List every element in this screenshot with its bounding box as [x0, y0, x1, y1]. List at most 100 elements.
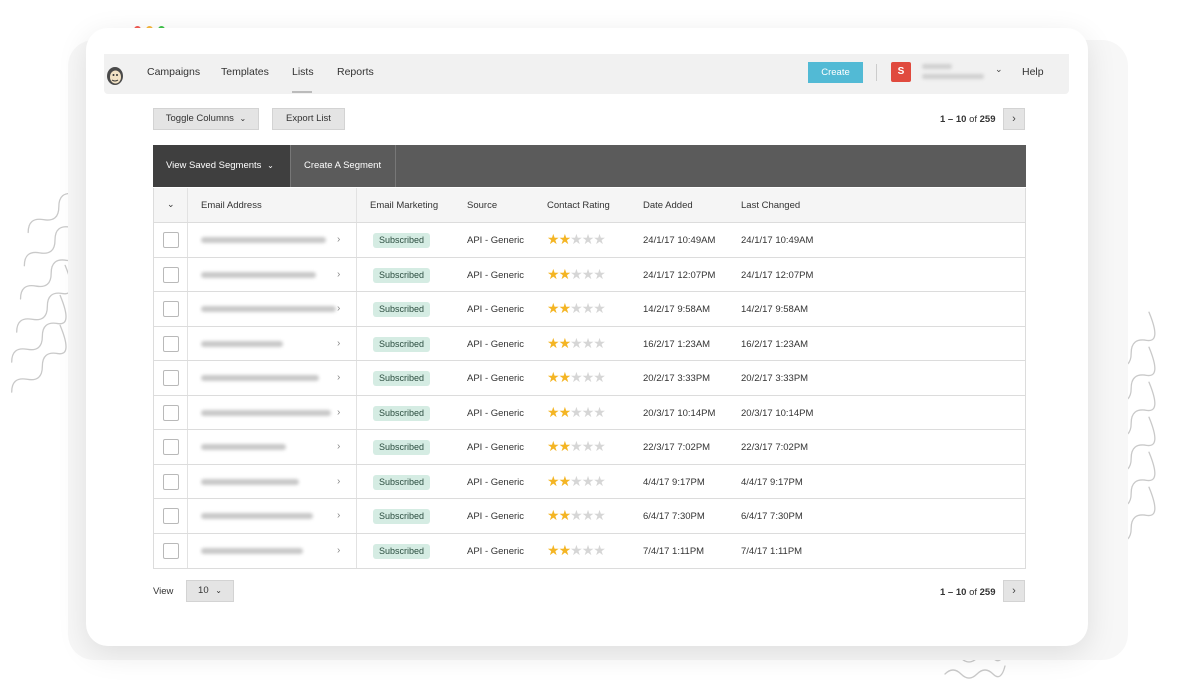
row-checkbox[interactable] — [163, 473, 179, 490]
header-contact-rating[interactable]: Contact Rating — [547, 200, 610, 211]
subscribers-table: ⌄ Email Address Email Marketing Source C… — [153, 188, 1026, 569]
header-source[interactable]: Source — [467, 200, 497, 211]
column-divider — [356, 188, 357, 222]
nav-lists[interactable]: Lists — [292, 66, 314, 78]
monkey-logo-icon[interactable] — [106, 63, 124, 87]
last-changed-cell: 22/3/17 7:02PM — [741, 442, 809, 453]
date-added-cell: 20/2/17 3:33PM — [643, 373, 711, 384]
chevron-right-icon[interactable]: › — [337, 234, 340, 245]
row-checkbox[interactable] — [163, 301, 179, 317]
create-button[interactable]: Create — [808, 62, 863, 83]
table-row[interactable]: › Subscribed API - Generic ★★★★★ 24/1/17… — [154, 223, 1025, 258]
table-row[interactable]: › Subscribed API - Generic ★★★★★ 14/2/17… — [154, 292, 1025, 327]
source-cell: API - Generic — [467, 304, 525, 315]
table-row[interactable]: › Subscribed API - Generic ★★★★★ 16/2/17… — [154, 326, 1025, 361]
date-added-cell: 24/1/17 12:07PM — [643, 269, 716, 281]
table-row[interactable]: › Subscribed API - Generic ★★★★★ 4/4/17 … — [154, 464, 1025, 499]
row-checkbox[interactable] — [163, 508, 179, 524]
contact-rating: ★★★★★ — [547, 266, 606, 283]
chevron-right-icon[interactable]: › — [337, 338, 340, 349]
email-redacted[interactable] — [201, 340, 283, 347]
chevron-right-icon[interactable]: › — [337, 476, 340, 487]
row-checkbox[interactable] — [163, 439, 179, 455]
export-list-button[interactable]: Export List — [272, 108, 345, 130]
star-icon: ★ — [558, 266, 572, 283]
star-icon: ★ — [570, 266, 583, 283]
chevron-right-icon[interactable]: › — [337, 510, 340, 521]
account-avatar[interactable]: S — [891, 62, 911, 82]
table-row[interactable]: › Subscribed API - Generic ★★★★★ 24/1/17… — [154, 257, 1025, 292]
email-redacted[interactable] — [201, 237, 326, 243]
row-checkbox[interactable] — [163, 404, 179, 421]
next-page-button-bottom[interactable]: › — [1003, 580, 1025, 602]
nav-reports[interactable]: Reports — [337, 66, 374, 78]
star-icon: ★ — [547, 301, 560, 317]
view-saved-segments-tab[interactable]: View Saved Segments ⌄ — [153, 145, 290, 187]
segment-bar: View Saved Segments ⌄ Create A Segment — [153, 145, 1026, 187]
chevron-right-icon[interactable]: › — [337, 441, 340, 452]
per-page-value: 10 — [198, 585, 209, 596]
chevron-right-icon: › — [1012, 585, 1016, 597]
chevron-right-icon[interactable]: › — [337, 407, 340, 418]
last-changed-cell: 24/1/17 12:07PM — [741, 269, 814, 281]
chevron-right-icon[interactable]: › — [337, 269, 340, 280]
per-page-select[interactable]: 10 ⌄ — [186, 580, 234, 602]
create-segment-tab[interactable]: Create A Segment — [290, 145, 396, 187]
column-divider — [356, 257, 357, 291]
last-changed-cell: 4/4/17 9:17PM — [741, 476, 803, 488]
column-divider — [187, 361, 188, 395]
date-added-cell: 16/2/17 1:23AM — [643, 338, 711, 350]
table-row[interactable]: › Subscribed API - Generic ★★★★★ 22/3/17… — [154, 430, 1025, 465]
last-changed-cell: 6/4/17 7:30PM — [741, 511, 803, 522]
row-checkbox[interactable] — [163, 335, 179, 352]
nav-templates[interactable]: Templates — [221, 66, 269, 78]
column-divider — [356, 326, 357, 360]
email-redacted[interactable] — [201, 444, 286, 450]
help-link[interactable]: Help — [1022, 66, 1044, 78]
star-icon: ★ — [581, 232, 595, 248]
source-cell: API - Generic — [467, 269, 525, 281]
row-checkbox[interactable] — [163, 542, 179, 559]
chevron-down-icon[interactable]: ⌄ — [167, 199, 175, 210]
star-icon: ★ — [570, 232, 583, 248]
email-redacted[interactable] — [201, 547, 303, 554]
chevron-right-icon[interactable]: › — [337, 545, 340, 556]
table-row[interactable]: › Subscribed API - Generic ★★★★★ 20/2/17… — [154, 361, 1025, 396]
last-changed-cell: 7/4/17 1:11PM — [741, 545, 803, 557]
column-divider — [187, 223, 188, 257]
table-row[interactable]: › Subscribed API - Generic ★★★★★ 20/3/17… — [154, 395, 1025, 430]
email-redacted[interactable] — [201, 409, 331, 416]
status-badge: Subscribed — [373, 233, 431, 248]
pagination-total: 259 — [979, 587, 996, 598]
header-last-changed[interactable]: Last Changed — [741, 200, 800, 211]
column-divider — [187, 464, 188, 498]
contact-rating: ★★★★★ — [547, 474, 606, 490]
date-added-cell: 6/4/17 7:30PM — [643, 511, 705, 522]
table-row[interactable]: › Subscribed API - Generic ★★★★★ 6/4/17 … — [154, 499, 1025, 534]
toggle-columns-button[interactable]: Toggle Columns ⌄ — [153, 108, 259, 130]
status-badge: Subscribed — [373, 440, 431, 455]
nav-campaigns[interactable]: Campaigns — [147, 66, 200, 78]
date-added-cell: 4/4/17 9:17PM — [643, 476, 705, 488]
email-redacted[interactable] — [201, 513, 313, 519]
column-divider — [356, 361, 357, 395]
nav-divider — [876, 64, 877, 81]
email-redacted[interactable] — [201, 478, 299, 485]
header-date-added[interactable]: Date Added — [643, 200, 693, 211]
contact-rating: ★★★★★ — [547, 508, 606, 524]
chevron-right-icon[interactable]: › — [337, 372, 340, 383]
row-checkbox[interactable] — [163, 266, 179, 283]
chevron-right-icon[interactable]: › — [337, 303, 340, 314]
star-icon: ★ — [547, 404, 560, 421]
row-checkbox[interactable] — [163, 232, 179, 248]
header-email-marketing[interactable]: Email Marketing — [370, 200, 438, 211]
email-redacted[interactable] — [201, 271, 316, 278]
row-checkbox[interactable] — [163, 370, 179, 386]
table-row[interactable]: › Subscribed API - Generic ★★★★★ 7/4/17 … — [154, 533, 1025, 568]
next-page-button-top[interactable]: › — [1003, 108, 1025, 130]
email-redacted[interactable] — [201, 375, 319, 381]
column-divider — [187, 257, 188, 291]
email-redacted[interactable] — [201, 306, 336, 312]
header-email[interactable]: Email Address — [201, 200, 262, 211]
chevron-down-icon[interactable]: ⌄ — [995, 64, 1003, 75]
